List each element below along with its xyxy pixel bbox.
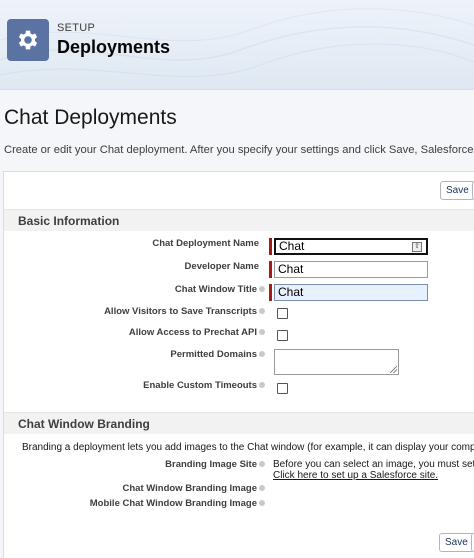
save-button-bottom[interactable]: Save [439, 533, 474, 552]
help-icon[interactable] [259, 329, 265, 336]
gear-icon [18, 30, 38, 50]
developer-name-value: Chat [278, 262, 304, 276]
allow-transcripts-label-text: Allow Visitors to Save Transcripts [104, 306, 257, 317]
window-branding-image-label-text: Chat Window Branding Image [122, 483, 258, 494]
developer-name-input[interactable]: Chat [274, 261, 428, 278]
help-icon[interactable] [259, 308, 265, 315]
window-title-input[interactable]: Chat [274, 284, 428, 301]
custom-timeouts-label: Enable Custom Timeouts [143, 380, 265, 391]
help-icon[interactable] [259, 500, 265, 507]
allow-transcripts-checkbox[interactable] [277, 308, 288, 319]
page-description: Create or edit your Chat deployment. Aft… [4, 144, 474, 156]
deployment-form-panel: Save Basic Information Chat Deployment N… [3, 171, 474, 558]
allow-prechat-checkbox[interactable] [277, 330, 288, 341]
setup-salesforce-site-link[interactable]: Click here to set up a Salesforce site. [273, 470, 438, 481]
setup-icon-tile [7, 19, 49, 61]
window-title-value: Chat [278, 285, 304, 299]
help-icon[interactable] [259, 286, 265, 293]
header-eyebrow: SETUP [57, 22, 96, 34]
window-title-label: Chat Window Title [175, 284, 265, 295]
setup-header: SETUP Deployments [0, 0, 474, 90]
custom-timeouts-checkbox[interactable] [277, 383, 288, 394]
permitted-domains-textarea[interactable] [274, 349, 399, 375]
deployment-name-label: Chat Deployment Name [152, 238, 259, 249]
help-icon[interactable] [259, 461, 265, 468]
window-title-label-text: Chat Window Title [174, 284, 257, 295]
save-button-top[interactable]: Save [440, 181, 474, 200]
chat-window-branding-title: Chat Window Branding [18, 417, 150, 431]
resize-handle-icon[interactable] [390, 366, 397, 373]
deployment-name-value: Chat [279, 239, 305, 253]
deployment-name-input[interactable]: Chat ⇧ [274, 238, 428, 255]
window-branding-image-label: Chat Window Branding Image [122, 483, 265, 494]
developer-name-label: Developer Name [184, 261, 259, 272]
help-icon[interactable] [259, 485, 265, 492]
help-icon[interactable] [259, 351, 265, 358]
custom-timeouts-label-text: Enable Custom Timeouts [143, 380, 257, 391]
mobile-branding-image-label-text: Mobile Chat Window Branding Image [89, 498, 257, 509]
mobile-branding-image-label: Mobile Chat Window Branding Image [90, 498, 265, 509]
branding-site-label-text: Branding Image Site [165, 459, 257, 470]
page-title: Chat Deployments [4, 106, 177, 129]
permitted-domains-label-text: Permitted Domains [170, 349, 257, 360]
header-title: Deployments [57, 37, 171, 57]
help-icon[interactable] [259, 382, 265, 389]
required-indicator [269, 238, 272, 255]
allow-transcripts-label: Allow Visitors to Save Transcripts [104, 306, 265, 317]
allow-prechat-label: Allow Access to Prechat API [129, 327, 265, 338]
autofill-icon[interactable]: ⇧ [412, 242, 422, 252]
permitted-domains-label: Permitted Domains [170, 349, 265, 360]
allow-prechat-label-text: Allow Access to Prechat API [128, 327, 257, 338]
required-indicator [269, 284, 272, 301]
required-indicator [269, 261, 272, 278]
basic-information-section-header: Basic Information [4, 209, 474, 231]
branding-site-text: Before you can select an image, you must… [273, 459, 474, 470]
branding-site-label: Branding Image Site [165, 459, 265, 470]
branding-description: Branding a deployment lets you add image… [22, 442, 474, 453]
chat-window-branding-section-header: Chat Window Branding [4, 412, 474, 434]
basic-information-title: Basic Information [18, 214, 120, 228]
branding-site-info: Before you can select an image, you must… [273, 459, 474, 481]
